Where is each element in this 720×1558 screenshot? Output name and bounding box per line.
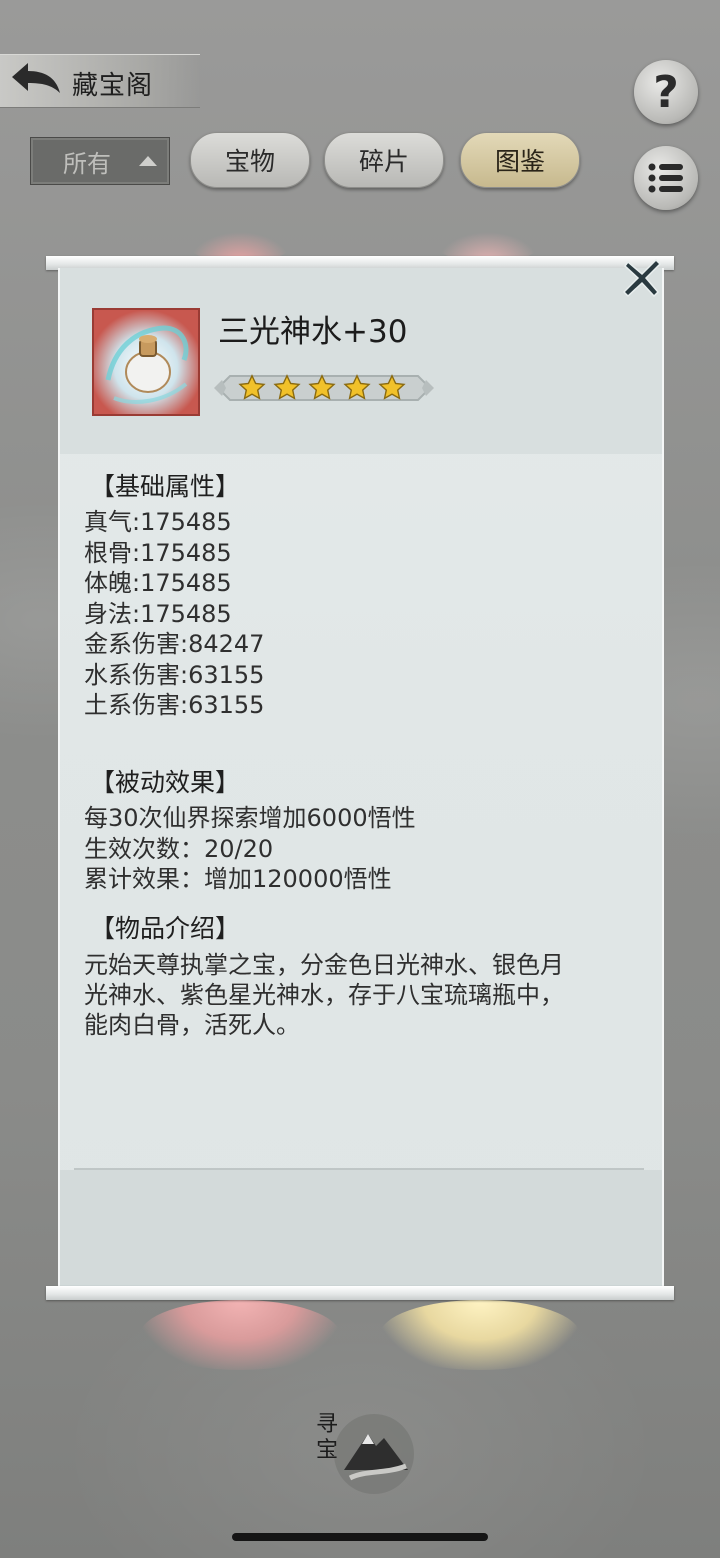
scroll-bottom-rod (46, 1286, 674, 1300)
item-intro-section: 【物品介绍】 元始天尊执掌之宝，分金色日光神水、银色月 光神水、紫色星光神水，存… (84, 912, 644, 1040)
passive-effect-section: 【被动效果】 每30次仙界探索增加6000悟性 生效次数：20/20 累计效果：… (84, 766, 644, 895)
item-intro-title: 【物品介绍】 (90, 914, 241, 943)
attr-line: 根骨:175485 (84, 538, 232, 567)
passive-line: 每30次仙界探索增加6000悟性 (84, 804, 416, 832)
back-arrow-icon (12, 63, 60, 93)
star-icon (238, 374, 266, 400)
tab-collection[interactable]: 图鉴 (460, 132, 580, 188)
intro-line: 能肉白骨，活死人。 (84, 1011, 300, 1039)
attr-line: 土系伤害:63155 (84, 691, 265, 719)
divider (74, 1168, 644, 1170)
attr-line: 水系伤害:63155 (84, 660, 265, 689)
seek-treasure-label: 寻宝 (316, 1412, 339, 1463)
intro-line: 元始天尊执掌之宝，分金色日光神水、银色月 (84, 951, 564, 979)
intro-line: 光神水、紫色星光神水，存于八宝琉璃瓶中， (84, 981, 564, 1009)
question-icon: ? (653, 66, 679, 118)
back-button[interactable] (8, 61, 64, 101)
item-name: 三光神水+30 (218, 314, 408, 350)
page-title: 藏宝阁 (72, 71, 154, 101)
item-icon-frame (92, 308, 200, 416)
category-select[interactable]: 所有 (30, 137, 170, 185)
star-icon (378, 374, 406, 400)
bg-item-bottom-right (380, 1300, 580, 1370)
tab-treasure[interactable]: 宝物 (190, 132, 310, 188)
help-button[interactable]: ? (634, 60, 698, 124)
passive-effect-title: 【被动效果】 (90, 768, 241, 797)
close-button[interactable] (622, 258, 662, 298)
home-indicator[interactable] (232, 1533, 488, 1541)
base-attributes-title: 【基础属性】 (90, 472, 241, 501)
attr-line: 身法:175485 (84, 599, 232, 628)
tab-fragments[interactable]: 碎片 (324, 132, 444, 188)
star-icon (273, 374, 301, 400)
attr-line: 真气:175485 (84, 508, 232, 536)
passive-line: 累计效果：增加120000悟性 (84, 865, 392, 893)
star-icon (343, 374, 371, 400)
list-icon (648, 163, 683, 193)
attr-line: 体魄:175485 (84, 569, 232, 597)
bg-item-bottom-left (140, 1300, 340, 1370)
close-icon (622, 258, 662, 298)
top-bar: 藏宝阁 (0, 54, 200, 108)
attr-line: 金系伤害:84247 (84, 630, 265, 658)
star-rating (214, 366, 434, 410)
water-bottle-icon (94, 310, 198, 414)
base-attributes-section: 【基础属性】 真气:175485 根骨:175485 体魄:175485 身法:… (84, 470, 644, 721)
dialog-footer-area (60, 1170, 662, 1288)
menu-button[interactable] (634, 146, 698, 210)
chevron-up-icon (139, 156, 157, 166)
stars-row (238, 374, 413, 402)
category-select-label: 所有 (63, 149, 111, 178)
seek-treasure-button[interactable]: 寻宝 (310, 1404, 420, 1504)
passive-line: 生效次数：20/20 (84, 834, 274, 863)
star-icon (308, 374, 336, 400)
